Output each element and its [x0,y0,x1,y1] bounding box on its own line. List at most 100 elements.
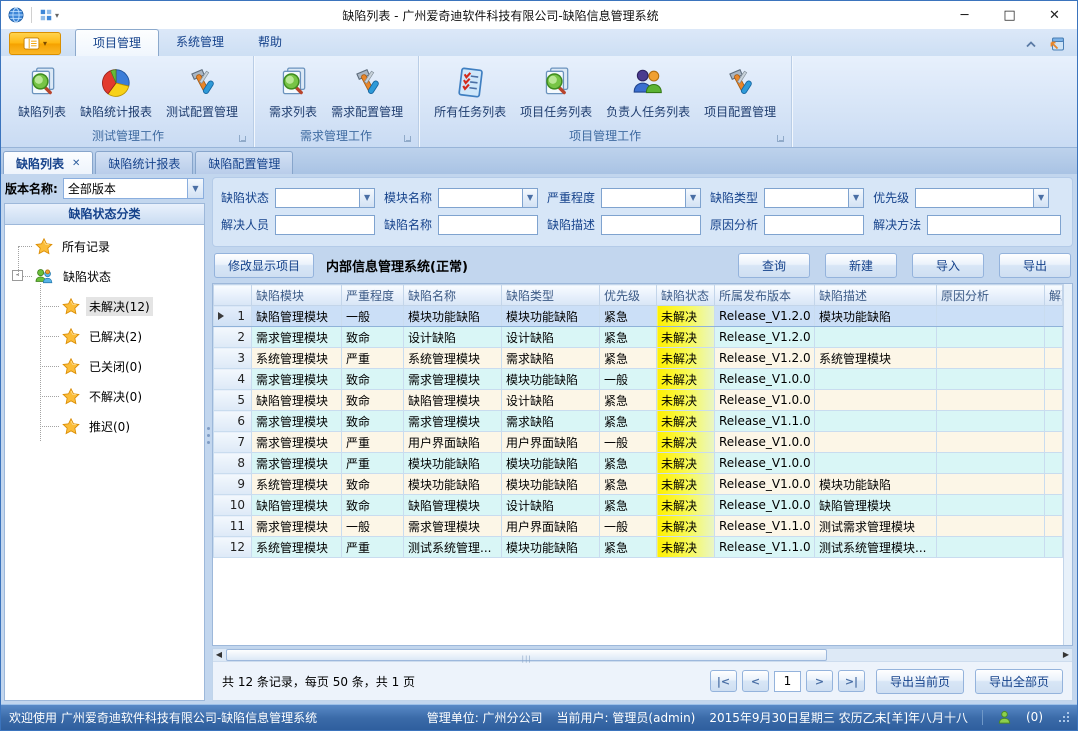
tree-postponed[interactable]: 推迟(0) [5,411,204,441]
row-selector[interactable]: 3 [214,348,252,369]
version-dropdown[interactable]: 全部版本 ▼ [63,178,204,199]
solution-filter[interactable] [927,215,1061,235]
cell-description[interactable]: 模块功能缺陷 [815,306,937,327]
cell-module[interactable]: 需求管理模块 [252,411,342,432]
cell-description[interactable] [815,411,937,432]
table-row-5[interactable]: 5缺陷管理模块致命缺陷管理模块设计缺陷紧急未解决Release_V1.0.0 [214,390,1063,411]
cell-priority[interactable]: 紧急 [600,474,657,495]
owner-tasks-list-button[interactable]: 负责人任务列表 [599,61,697,123]
cell-module[interactable]: 需求管理模块 [252,516,342,537]
cell-module[interactable]: 系统管理模块 [252,474,342,495]
cell-priority[interactable]: 紧急 [600,390,657,411]
cell-solution[interactable] [1045,327,1063,348]
cause-analysis-filter[interactable] [764,215,864,235]
cell-cause[interactable] [937,432,1045,453]
cell-name[interactable]: 需求管理模块 [404,411,502,432]
doc-tab-defect-list[interactable]: 缺陷列表✕ [3,151,93,174]
cell-solution[interactable] [1045,390,1063,411]
close-tab-icon[interactable]: ✕ [72,158,80,169]
next-page-button[interactable]: > [806,670,833,692]
cell-release[interactable]: Release_V1.2.0 [715,327,815,348]
cell-solution[interactable] [1045,453,1063,474]
row-selector[interactable]: 11 [214,516,252,537]
cell-status[interactable]: 未解决 [657,348,715,369]
cell-cause[interactable] [937,327,1045,348]
dialog-launcher-icon[interactable] [239,135,246,142]
import-button[interactable]: 导入 [912,253,984,278]
cell-module[interactable]: 系统管理模块 [252,348,342,369]
cell-release[interactable]: Release_V1.1.0 [715,537,815,558]
cell-status[interactable]: 未解决 [657,516,715,537]
query-button[interactable]: 查询 [738,253,810,278]
row-selector[interactable]: 6 [214,411,252,432]
cell-release[interactable]: Release_V1.0.0 [715,390,815,411]
prev-page-button[interactable]: < [742,670,769,692]
cell-status[interactable]: 未解决 [657,474,715,495]
cell-description[interactable]: 测试系统管理模块... [815,537,937,558]
cell-type[interactable]: 设计缺陷 [502,390,600,411]
cell-release[interactable]: Release_V1.1.0 [715,411,815,432]
cell-type[interactable]: 模块功能缺陷 [502,306,600,327]
table-row-4[interactable]: 4需求管理模块致命需求管理模块模块功能缺陷一般未解决Release_V1.0.0 [214,369,1063,390]
col-header-num[interactable] [214,285,252,306]
cell-status[interactable]: 未解决 [657,306,715,327]
cell-severity[interactable]: 致命 [342,327,404,348]
cell-priority[interactable]: 紧急 [600,495,657,516]
cell-priority[interactable]: 紧急 [600,348,657,369]
scrollbar-thumb[interactable]: ||| [226,649,827,661]
last-page-button[interactable]: >| [838,670,865,692]
tree-unresolved[interactable]: 未解决(12) [5,291,204,321]
cell-description[interactable] [815,327,937,348]
cell-description[interactable] [815,369,937,390]
cell-name[interactable]: 系统管理模块 [404,348,502,369]
cell-module[interactable]: 需求管理模块 [252,453,342,474]
cell-solution[interactable] [1045,516,1063,537]
dialog-launcher-icon[interactable] [404,135,411,142]
cell-cause[interactable] [937,306,1045,327]
cell-severity[interactable]: 严重 [342,432,404,453]
tab-system-management[interactable]: 系统管理 [159,29,241,56]
cell-name[interactable]: 模块功能缺陷 [404,453,502,474]
cell-cause[interactable] [937,390,1045,411]
requirement-list-button[interactable]: 需求列表 [262,61,324,123]
cell-type[interactable]: 模块功能缺陷 [502,369,600,390]
cell-description[interactable] [815,432,937,453]
tree-defect-status[interactable]: -缺陷状态 [5,261,204,291]
cell-priority[interactable]: 一般 [600,516,657,537]
dialog-launcher-icon[interactable] [777,135,784,142]
cell-cause[interactable] [937,453,1045,474]
cell-description[interactable]: 系统管理模块 [815,348,937,369]
maximize-button[interactable]: □ [987,1,1032,29]
cell-solution[interactable] [1045,369,1063,390]
horizontal-scrollbar[interactable]: ◀ ||| ▶ [213,649,1072,662]
defect-type-filter[interactable]: ▼ [764,188,864,208]
sidebar-splitter[interactable] [205,174,212,704]
cell-priority[interactable]: 紧急 [600,327,657,348]
online-users-icon[interactable] [997,710,1012,725]
defect-list-button[interactable]: 缺陷列表 [11,61,73,123]
col-header-status[interactable]: 缺陷状态 [657,285,715,306]
row-selector[interactable]: 2 [214,327,252,348]
cell-cause[interactable] [937,537,1045,558]
cell-solution[interactable] [1045,348,1063,369]
table-row-2[interactable]: 2需求管理模块致命设计缺陷设计缺陷紧急未解决Release_V1.2.0 [214,327,1063,348]
cell-status[interactable]: 未解决 [657,495,715,516]
cell-release[interactable]: Release_V1.1.0 [715,516,815,537]
cell-description[interactable] [815,453,937,474]
cell-status[interactable]: 未解决 [657,327,715,348]
cell-description[interactable]: 模块功能缺陷 [815,474,937,495]
cell-severity[interactable]: 严重 [342,537,404,558]
cell-severity[interactable]: 一般 [342,516,404,537]
all-tasks-list-button[interactable]: 所有任务列表 [427,61,513,123]
cell-release[interactable]: Release_V1.0.0 [715,369,815,390]
row-selector[interactable]: 7 [214,432,252,453]
cell-solution[interactable] [1045,411,1063,432]
quick-access-toolbar-icon[interactable] [39,8,53,22]
priority-filter[interactable]: ▼ [915,188,1049,208]
cell-description[interactable]: 缺陷管理模块 [815,495,937,516]
cell-name[interactable]: 测试系统管理... [404,537,502,558]
tab-help[interactable]: 帮助 [241,29,299,56]
cell-status[interactable]: 未解决 [657,453,715,474]
collapse-ribbon-icon[interactable] [1025,40,1037,49]
doc-tab-defect-stats-report[interactable]: 缺陷统计报表 [95,151,193,174]
